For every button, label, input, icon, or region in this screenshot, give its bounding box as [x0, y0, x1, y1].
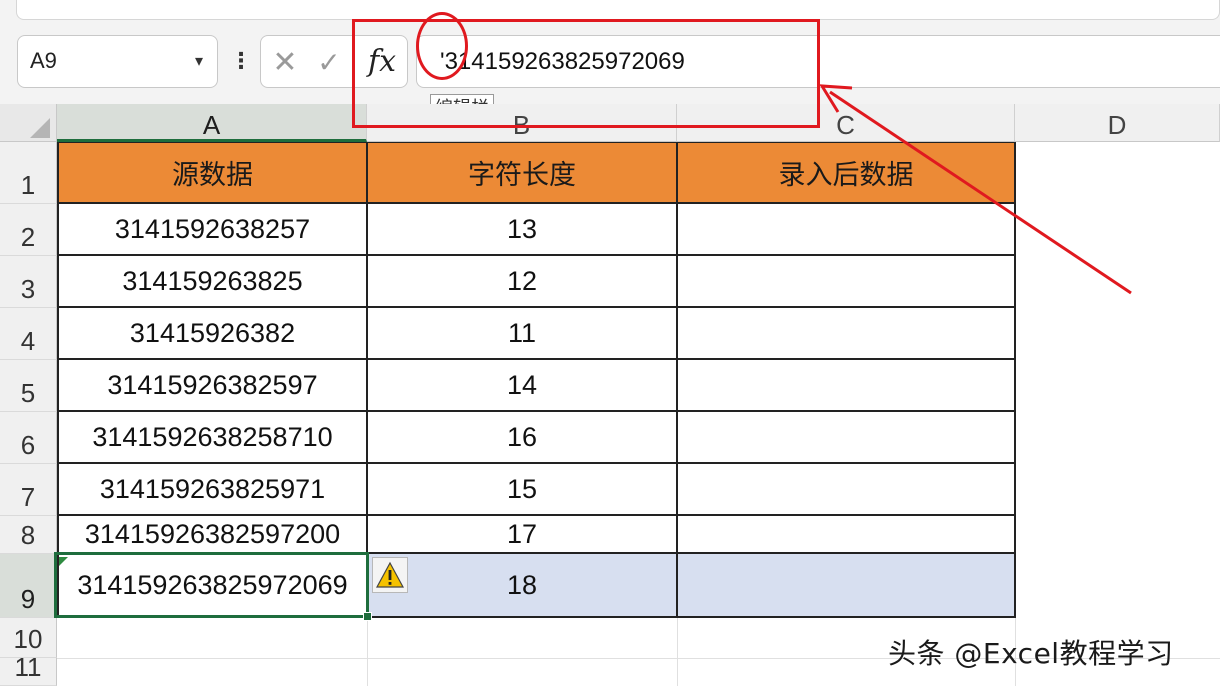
watermark: 头条 @Excel教程学习 — [888, 637, 1174, 670]
annotation-arrow — [819, 84, 1132, 295]
